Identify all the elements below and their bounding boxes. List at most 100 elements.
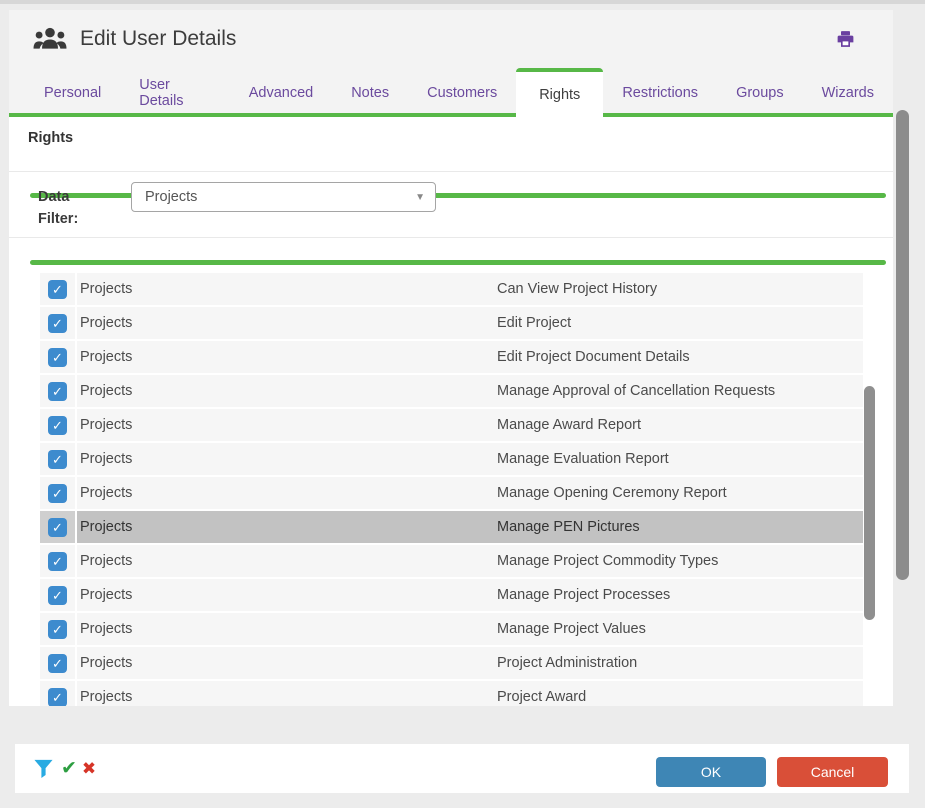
row-right-name: Project Administration: [497, 655, 863, 671]
row-category: Projects: [77, 451, 497, 467]
uncheck-all-icon[interactable]: ✖: [82, 759, 96, 779]
rights-table-row[interactable]: ✓ Projects Can View Project History: [40, 273, 863, 305]
row-right-name: Manage Award Report: [497, 417, 863, 433]
row-checkbox-cell: ✓: [40, 409, 77, 441]
row-right-name: Can View Project History: [497, 281, 863, 297]
rights-table-row[interactable]: ✓ Projects Manage Approval of Cancellati…: [40, 375, 863, 407]
tab-rights[interactable]: Rights: [516, 68, 603, 117]
rights-table-row[interactable]: ✓ Projects Manage Project Processes: [40, 579, 863, 611]
row-checkbox-cell: ✓: [40, 511, 77, 543]
tab-personal[interactable]: Personal: [25, 68, 120, 117]
row-checkbox-cell: ✓: [40, 613, 77, 645]
row-checkbox[interactable]: ✓: [48, 484, 67, 503]
rights-table-row[interactable]: ✓ Projects Edit Project: [40, 307, 863, 339]
rights-table-row[interactable]: ✓ Projects Manage Award Report: [40, 409, 863, 441]
cancel-button[interactable]: Cancel: [777, 757, 888, 787]
dialog-scrollbar-thumb[interactable]: [896, 110, 909, 580]
row-right-name: Project Award: [497, 689, 863, 705]
divider: [9, 171, 893, 172]
row-checkbox-cell: ✓: [40, 477, 77, 509]
row-right-name: Manage Project Commodity Types: [497, 553, 863, 569]
row-checkbox[interactable]: ✓: [48, 450, 67, 469]
top-strip: [0, 0, 925, 4]
row-category: Projects: [77, 383, 497, 399]
rights-table-row[interactable]: ✓ Projects Manage PEN Pictures: [40, 511, 863, 543]
tab-advanced[interactable]: Advanced: [230, 68, 333, 117]
chevron-down-icon: ▼: [415, 192, 425, 203]
tab-bar: PersonalUser DetailsAdvancedNotesCustome…: [9, 68, 893, 117]
rights-table-row[interactable]: ✓ Projects Manage Project Values: [40, 613, 863, 645]
filter-icon[interactable]: [33, 758, 54, 779]
row-right-name: Manage Evaluation Report: [497, 451, 863, 467]
row-checkbox[interactable]: ✓: [48, 280, 67, 299]
row-checkbox-cell: ✓: [40, 579, 77, 611]
row-checkbox[interactable]: ✓: [48, 654, 67, 673]
page: Edit User Details PersonalUser DetailsAd…: [0, 0, 925, 808]
row-checkbox[interactable]: ✓: [48, 552, 67, 571]
row-checkbox-cell: ✓: [40, 545, 77, 577]
users-icon: [33, 25, 67, 53]
tab-user-details[interactable]: User Details: [120, 68, 229, 117]
print-icon[interactable]: [836, 30, 855, 48]
row-right-name: Manage PEN Pictures: [497, 519, 863, 535]
row-right-name: Edit Project Document Details: [497, 349, 863, 365]
row-checkbox-cell: ✓: [40, 273, 77, 305]
row-checkbox[interactable]: ✓: [48, 416, 67, 435]
row-checkbox-cell: ✓: [40, 647, 77, 679]
tab-customers[interactable]: Customers: [408, 68, 516, 117]
data-filter-value: Projects: [145, 189, 415, 205]
row-category: Projects: [77, 315, 497, 331]
row-right-name: Manage Project Values: [497, 621, 863, 637]
rights-tab-content: Rights Data Filter: Projects ▼ ✓ Project…: [9, 117, 893, 706]
row-right-name: Edit Project: [497, 315, 863, 331]
row-checkbox[interactable]: ✓: [48, 518, 67, 537]
row-checkbox-cell: ✓: [40, 681, 77, 706]
tab-wizards[interactable]: Wizards: [803, 68, 893, 117]
row-category: Projects: [77, 621, 497, 637]
tab-restrictions[interactable]: Restrictions: [603, 68, 717, 117]
row-category: Projects: [77, 349, 497, 365]
row-right-name: Manage Approval of Cancellation Requests: [497, 383, 863, 399]
panel-accent-bar: [30, 260, 886, 265]
rights-table-row[interactable]: ✓ Projects Edit Project Document Details: [40, 341, 863, 373]
row-right-name: Manage Opening Ceremony Report: [497, 485, 863, 501]
edit-user-details-dialog: Edit User Details PersonalUser DetailsAd…: [9, 10, 893, 706]
rights-table-row[interactable]: ✓ Projects Manage Opening Ceremony Repor…: [40, 477, 863, 509]
row-checkbox[interactable]: ✓: [48, 348, 67, 367]
tab-groups[interactable]: Groups: [717, 68, 803, 117]
row-checkbox-cell: ✓: [40, 307, 77, 339]
row-category: Projects: [77, 689, 497, 705]
rights-table-row[interactable]: ✓ Projects Manage Evaluation Report: [40, 443, 863, 475]
dialog-header: Edit User Details: [9, 10, 893, 68]
footer-bar: ✔ ✖ OK Cancel: [15, 744, 909, 793]
data-filter-select[interactable]: Projects ▼: [131, 182, 436, 212]
tab-notes[interactable]: Notes: [332, 68, 408, 117]
row-checkbox[interactable]: ✓: [48, 688, 67, 707]
row-category: Projects: [77, 281, 497, 297]
rights-list: ✓ Projects Can View Project History ✓ Pr…: [40, 273, 863, 706]
row-category: Projects: [77, 417, 497, 433]
row-checkbox[interactable]: ✓: [48, 586, 67, 605]
row-category: Projects: [77, 485, 497, 501]
row-right-name: Manage Project Processes: [497, 587, 863, 603]
rights-table-row[interactable]: ✓ Projects Project Award: [40, 681, 863, 706]
row-checkbox[interactable]: ✓: [48, 382, 67, 401]
row-checkbox-cell: ✓: [40, 375, 77, 407]
ok-button[interactable]: OK: [656, 757, 766, 787]
row-checkbox[interactable]: ✓: [48, 620, 67, 639]
row-category: Projects: [77, 587, 497, 603]
section-title: Rights: [28, 130, 73, 146]
row-category: Projects: [77, 553, 497, 569]
row-checkbox-cell: ✓: [40, 341, 77, 373]
row-category: Projects: [77, 519, 497, 535]
dialog-title: Edit User Details: [80, 27, 236, 51]
row-category: Projects: [77, 655, 497, 671]
rights-table-row[interactable]: ✓ Projects Project Administration: [40, 647, 863, 679]
list-scrollbar-thumb[interactable]: [864, 386, 875, 620]
row-checkbox-cell: ✓: [40, 443, 77, 475]
data-filter-label: Data Filter:: [38, 186, 104, 230]
divider: [9, 237, 893, 238]
check-all-icon[interactable]: ✔: [61, 757, 77, 780]
rights-table-row[interactable]: ✓ Projects Manage Project Commodity Type…: [40, 545, 863, 577]
row-checkbox[interactable]: ✓: [48, 314, 67, 333]
